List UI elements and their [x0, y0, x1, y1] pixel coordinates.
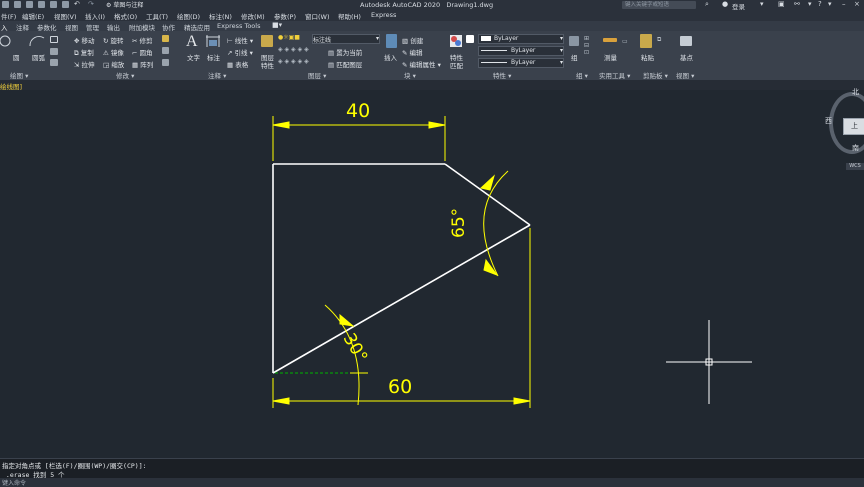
- viewcube-top-face[interactable]: 上: [843, 118, 864, 135]
- viewcube-south[interactable]: 南: [852, 143, 859, 153]
- wcs-label: WCS: [849, 163, 861, 169]
- angle-top-text[interactable]: 65°: [449, 208, 469, 238]
- command-window: 指定对角点或 [栏选(F)/圈围(WP)/圈交(CP)]: _.erase 找到…: [0, 458, 864, 487]
- angle-dimension-top[interactable]: [479, 170, 509, 277]
- crosshair-cursor: [666, 320, 752, 404]
- dim-bottom-text[interactable]: 60: [388, 376, 412, 398]
- viewcube-north[interactable]: 北: [852, 87, 859, 97]
- wcs-menu[interactable]: WCS: [846, 163, 864, 170]
- viewcube-west[interactable]: 西: [825, 116, 832, 126]
- dim-top-text[interactable]: 40: [346, 100, 370, 122]
- diagonal-edge[interactable]: [272, 224, 531, 374]
- dimension-top[interactable]: [272, 116, 446, 161]
- drawing-layer: [272, 116, 752, 408]
